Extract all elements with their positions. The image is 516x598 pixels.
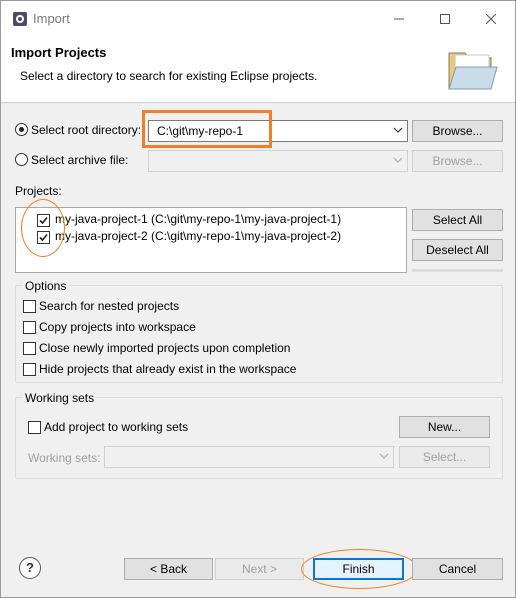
title-bar: Import	[1, 1, 515, 37]
chevron-down-icon	[393, 127, 403, 133]
root-directory-radio[interactable]	[15, 123, 28, 136]
close-icon[interactable]	[468, 1, 514, 37]
page-description: Select a directory to search for existin…	[20, 69, 318, 83]
help-icon[interactable]: ?	[19, 557, 41, 579]
projects-list[interactable]: my-java-project-1 (C:\git\my-repo-1\my-j…	[15, 207, 407, 273]
option-nested-checkbox[interactable]	[23, 300, 36, 313]
page-title: Import Projects	[11, 45, 107, 60]
add-working-set-checkbox[interactable]	[28, 421, 41, 434]
option-copy-checkbox[interactable]	[23, 321, 36, 334]
archive-file-radio[interactable]	[15, 153, 28, 166]
wizard-header: Import Projects Select a directory to se…	[1, 37, 515, 103]
new-working-set-button[interactable]: New...	[399, 416, 490, 438]
select-working-set-button[interactable]: Select...	[399, 446, 490, 468]
chevron-down-icon	[393, 157, 403, 163]
option-close-label: Close newly imported projects upon compl…	[39, 341, 291, 355]
options-title: Options	[23, 279, 69, 293]
add-working-set-label: Add project to working sets	[44, 420, 189, 434]
chevron-down-icon	[379, 453, 389, 459]
window-title: Import	[33, 11, 70, 26]
working-sets-label: Working sets:	[28, 451, 101, 465]
wizard-body: Select root directory: C:\git\my-repo-1 …	[1, 103, 515, 535]
finish-highlight	[301, 549, 418, 589]
option-hide-label: Hide projects that already exist in the …	[39, 362, 297, 376]
option-copy-label: Copy projects into workspace	[39, 320, 196, 334]
project-1-label: my-java-project-1 (C:\git\my-repo-1\my-j…	[55, 212, 342, 226]
eclipse-app-icon	[13, 12, 27, 26]
minimize-icon[interactable]	[376, 1, 422, 37]
select-all-button[interactable]: Select All	[412, 209, 503, 231]
maximize-icon[interactable]	[422, 1, 468, 37]
archive-file-combo[interactable]	[148, 150, 408, 172]
projects-button-divider	[412, 269, 503, 272]
checkbox-highlight	[21, 199, 65, 257]
browse-archive-button[interactable]: Browse...	[412, 150, 503, 172]
option-hide-checkbox[interactable]	[23, 363, 36, 376]
deselect-all-button[interactable]: Deselect All	[412, 239, 503, 261]
wizard-footer: ? < Back Next > Finish Cancel	[1, 535, 515, 597]
option-nested-label: Search for nested projects	[39, 299, 180, 313]
root-directory-label: Select root directory:	[31, 123, 142, 137]
projects-label: Projects:	[15, 184, 62, 198]
next-button[interactable]: Next >	[215, 558, 304, 580]
project-2-label: my-java-project-2 (C:\git\my-repo-1\my-j…	[55, 229, 342, 243]
back-button[interactable]: < Back	[124, 558, 213, 580]
option-close-checkbox[interactable]	[23, 342, 36, 355]
working-sets-title: Working sets	[23, 391, 97, 405]
working-sets-combo[interactable]	[104, 446, 394, 468]
browse-button[interactable]: Browse...	[412, 120, 503, 142]
import-dialog: Import Import Projects Select a director…	[0, 0, 516, 598]
folder-icon	[448, 52, 498, 90]
archive-file-label: Select archive file:	[31, 153, 129, 167]
cancel-button[interactable]: Cancel	[412, 558, 503, 580]
root-directory-highlight	[142, 110, 272, 148]
